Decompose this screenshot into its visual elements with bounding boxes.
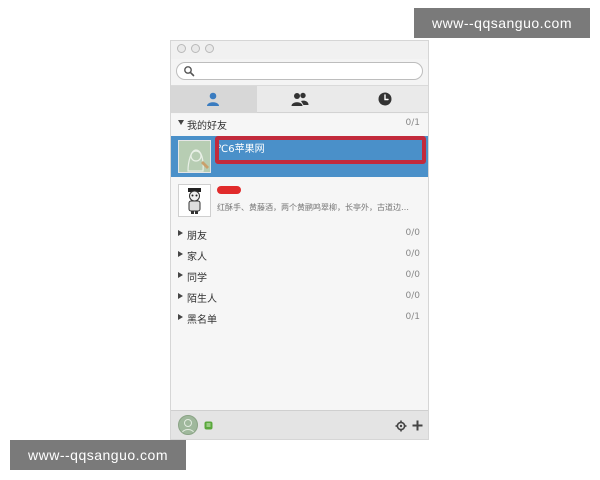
avatar: [178, 140, 211, 173]
contact-item[interactable]: 红酥手、黄藤酒，两个黄鹂鸣翠柳，长亭外，古道边…: [171, 181, 428, 221]
group-classmates[interactable]: 同学 0/0: [171, 266, 428, 286]
group-name: 黑名单: [187, 315, 217, 326]
group-name: 我的好友: [187, 121, 227, 132]
self-avatar[interactable]: [178, 415, 198, 435]
search-bar[interactable]: [176, 62, 423, 80]
clock-icon: [378, 92, 392, 106]
tab-recent[interactable]: [343, 86, 428, 113]
zoom-window-button[interactable]: [205, 44, 214, 53]
search-input[interactable]: [197, 64, 417, 78]
group-count: 0/0: [405, 291, 420, 301]
add-icon[interactable]: [411, 419, 424, 432]
tab-groups[interactable]: [257, 86, 343, 113]
robot-avatar-icon: [179, 185, 210, 216]
chevron-right-icon: [178, 272, 183, 278]
contact-signature: 红酥手、黄藤酒，两个黄鹂鸣翠柳，长亭外，古道边…: [217, 203, 409, 212]
group-name: 同学: [187, 273, 207, 284]
tab-bar: [171, 85, 428, 113]
default-avatar-icon: [179, 141, 210, 172]
tab-contacts[interactable]: [171, 86, 257, 113]
chevron-right-icon: [178, 293, 183, 299]
group-icon: [291, 92, 309, 106]
group-count: 0/1: [405, 118, 420, 128]
minimize-window-button[interactable]: [191, 44, 200, 53]
title-bar: [171, 41, 428, 59]
group-strangers[interactable]: 陌生人 0/0: [171, 287, 428, 307]
bottom-toolbar: [171, 410, 428, 439]
contact-selected[interactable]: ℃6苹果网: [171, 136, 428, 177]
group-my-friends[interactable]: 我的好友 0/1: [171, 114, 428, 134]
search-icon: [184, 66, 195, 77]
watermark-top: www--qqsanguo.com: [414, 8, 590, 38]
group-count: 0/0: [405, 228, 420, 238]
group-friends[interactable]: 朋友 0/0: [171, 224, 428, 244]
group-count: 0/0: [405, 249, 420, 259]
group-name: 家人: [187, 252, 207, 263]
red-highlight-box: [215, 136, 426, 164]
chevron-down-icon: [178, 120, 184, 125]
avatar: [178, 184, 211, 217]
contact-list: 我的好友 0/1 ℃6苹果网 红酥手、黄藤酒，两个黄鹂鸣翠柳，长亭外，古道边… …: [171, 114, 428, 410]
redacted-name-mark: [217, 186, 241, 194]
group-count: 0/1: [405, 312, 420, 322]
chevron-right-icon: [178, 230, 183, 236]
group-count: 0/0: [405, 270, 420, 280]
group-name: 朋友: [187, 231, 207, 242]
online-status-icon[interactable]: [204, 421, 213, 430]
person-icon: [207, 92, 219, 106]
watermark-bottom: www--qqsanguo.com: [10, 440, 186, 470]
chevron-right-icon: [178, 314, 183, 320]
chevron-right-icon: [178, 251, 183, 257]
group-blacklist[interactable]: 黑名单 0/1: [171, 308, 428, 328]
screenshot-canvas: www--qqsanguo.com 我的好友 0/1 ℃6苹果网 红酥手、黄藤酒…: [0, 0, 600, 480]
group-family[interactable]: 家人 0/0: [171, 245, 428, 265]
close-window-button[interactable]: [177, 44, 186, 53]
qq-main-window: 我的好友 0/1 ℃6苹果网 红酥手、黄藤酒，两个黄鹂鸣翠柳，长亭外，古道边… …: [170, 40, 429, 440]
default-avatar-icon: [181, 419, 195, 434]
group-name: 陌生人: [187, 294, 217, 305]
gear-icon[interactable]: [395, 420, 407, 432]
